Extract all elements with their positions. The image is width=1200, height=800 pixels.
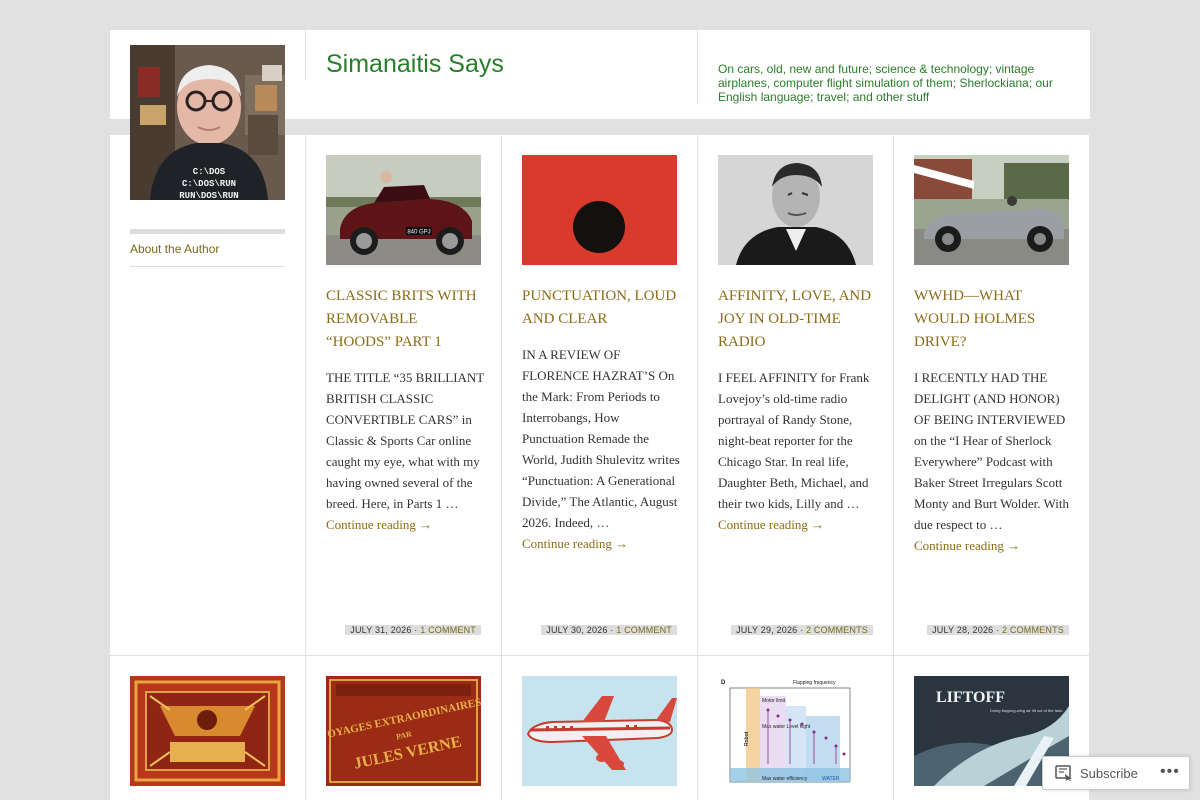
post-card — [502, 656, 697, 800]
site-tagline: On cars, old, new and future; science & … — [718, 62, 1053, 104]
book-title: LIFTOFF — [936, 689, 1005, 706]
post-meta: JULY 28, 2026 · 2 COMMENTS — [927, 625, 1069, 635]
post-card: D Flapping frequency Motor limit Max wat… — [698, 656, 893, 800]
post-card: Punctuation, Loud and Clear IN A REVIEW … — [502, 135, 697, 655]
post-date[interactable]: JULY 29, 2026 — [736, 625, 797, 635]
meta-separator: · — [411, 625, 421, 635]
post-thumbnail[interactable] — [718, 155, 873, 265]
post-card: WWHD—What Would Holmes Drive? I RECENTLY… — [894, 135, 1089, 655]
post-excerpt-text: I FEEL AFFINITY for Frank Lovejoy’s old-… — [718, 370, 870, 511]
post-date[interactable]: JULY 28, 2026 — [932, 625, 993, 635]
sidebar-divider — [130, 266, 285, 267]
shirt-text-line: C:\DOS\RUN — [182, 179, 236, 189]
flapping-frequency-chart-image: D Flapping frequency Motor limit Max wat… — [718, 676, 873, 786]
chart-label: Max water efficiency — [762, 776, 808, 782]
post-title[interactable]: Punctuation, Loud and Clear — [522, 285, 680, 331]
chart-label: Max water Level flight — [762, 724, 811, 730]
post-meta: JULY 29, 2026 · 2 COMMENTS — [731, 625, 873, 635]
sidebar: About the Author — [110, 135, 305, 655]
post-date[interactable]: JULY 30, 2026 — [546, 625, 607, 635]
shirt-text-line: RUN\DOS\RUN — [179, 191, 238, 200]
comments-link[interactable]: 2 COMMENTS — [1002, 625, 1064, 635]
post-excerpt: I FEEL AFFINITY for Frank Lovejoy’s old-… — [718, 367, 876, 535]
comments-link[interactable]: 1 COMMENT — [616, 625, 672, 635]
radio-actor-portrait-image — [718, 155, 873, 265]
sidebar-divider — [130, 229, 285, 234]
post-excerpt: I RECENTLY HAD THE DELIGHT (AND HONOR) O… — [914, 367, 1072, 556]
post-card: 840 GPJ Classic Brits With Removable “Ho… — [306, 135, 501, 655]
chart-heading: Flapping frequency — [793, 680, 836, 686]
post-thumbnail[interactable]: D Flapping frequency Motor limit Max wat… — [718, 676, 873, 786]
more-options-icon[interactable]: ••• — [1160, 763, 1180, 781]
post-card: Affinity, Love, and Joy in Old-Time Radi… — [698, 135, 893, 655]
site-title[interactable]: Simanaitis Says — [326, 50, 504, 79]
vintage-racer-image — [914, 155, 1069, 265]
post-title[interactable]: Classic Brits With Removable “Hoods” Par… — [326, 285, 484, 354]
continue-reading-link[interactable]: Continue reading → — [522, 536, 628, 551]
roadster-car-image: 840 GPJ — [326, 155, 481, 265]
ornate-book-cover-image — [130, 676, 285, 786]
post-excerpt-text: THE TITLE “35 BRILLIANT BRITISH CLASSIC … — [326, 370, 485, 511]
post-thumbnail[interactable] — [522, 676, 677, 786]
about-the-author-link[interactable]: About the Author — [130, 242, 219, 256]
post-card: VOYAGES EXTRAORDINAIRES PAR JULES VERNE — [306, 656, 501, 800]
comments-link[interactable]: 1 COMMENT — [420, 625, 476, 635]
meta-separator: · — [797, 625, 806, 635]
chart-label: Motor limit — [762, 698, 786, 704]
post-card — [110, 656, 305, 800]
license-plate-text: 840 GPJ — [407, 230, 430, 236]
post-title[interactable]: Affinity, Love, and Joy in Old-Time Radi… — [718, 285, 876, 354]
author-photo-illustration: C:\DOS C:\DOS\RUN RUN\DOS\RUN — [130, 45, 285, 200]
post-excerpt-text: I RECENTLY HAD THE DELIGHT (AND HONOR) O… — [914, 370, 1070, 532]
continue-reading-link[interactable]: Continue reading → — [326, 517, 432, 532]
meta-separator: · — [993, 625, 1002, 635]
post-excerpt-text: IN A REVIEW OF FLORENCE HAZRAT’S On the … — [522, 347, 680, 530]
post-excerpt: THE TITLE “35 BRILLIANT BRITISH CLASSIC … — [326, 367, 484, 535]
continue-reading-link[interactable]: Continue reading → — [914, 538, 1020, 553]
punctuation-dot-image — [522, 155, 677, 265]
post-thumbnail[interactable]: 840 GPJ — [326, 155, 481, 265]
post-excerpt: IN A REVIEW OF FLORENCE HAZRAT’S On the … — [522, 344, 680, 554]
author-avatar[interactable]: C:\DOS C:\DOS\RUN RUN\DOS\RUN — [130, 45, 285, 200]
chart-label: Robot — [744, 731, 750, 746]
book-subtitle: Doing flapping-wing air lift out of the … — [990, 708, 1066, 713]
post-title[interactable]: WWHD—What Would Holmes Drive? — [914, 285, 1072, 354]
post-thumbnail[interactable]: VOYAGES EXTRAORDINAIRES PAR JULES VERNE — [326, 676, 481, 786]
header-divider — [697, 30, 698, 104]
post-thumbnail[interactable] — [522, 155, 677, 265]
post-date[interactable]: JULY 31, 2026 — [350, 625, 411, 635]
header-divider — [305, 30, 306, 80]
post-thumbnail[interactable] — [914, 155, 1069, 265]
post-thumbnail[interactable] — [130, 676, 285, 786]
jumbo-jet-image — [522, 676, 677, 786]
chart-letter: D — [721, 680, 726, 686]
subscribe-widget: Subscribe ••• — [1042, 756, 1190, 790]
subscribe-button[interactable]: Subscribe — [1043, 757, 1151, 789]
shirt-text-line: C:\DOS — [193, 167, 226, 177]
continue-reading-link[interactable]: Continue reading → — [718, 517, 824, 532]
comments-link[interactable]: 2 COMMENTS — [806, 625, 868, 635]
chart-label: WATER — [822, 776, 840, 782]
subscribe-label: Subscribe — [1080, 766, 1138, 781]
post-meta: JULY 31, 2026 · 1 COMMENT — [345, 625, 481, 635]
reader-icon — [1055, 765, 1073, 784]
post-meta: JULY 30, 2026 · 1 COMMENT — [541, 625, 677, 635]
meta-separator: · — [607, 625, 617, 635]
verne-book-cover-image: VOYAGES EXTRAORDINAIRES PAR JULES VERNE — [326, 676, 481, 786]
